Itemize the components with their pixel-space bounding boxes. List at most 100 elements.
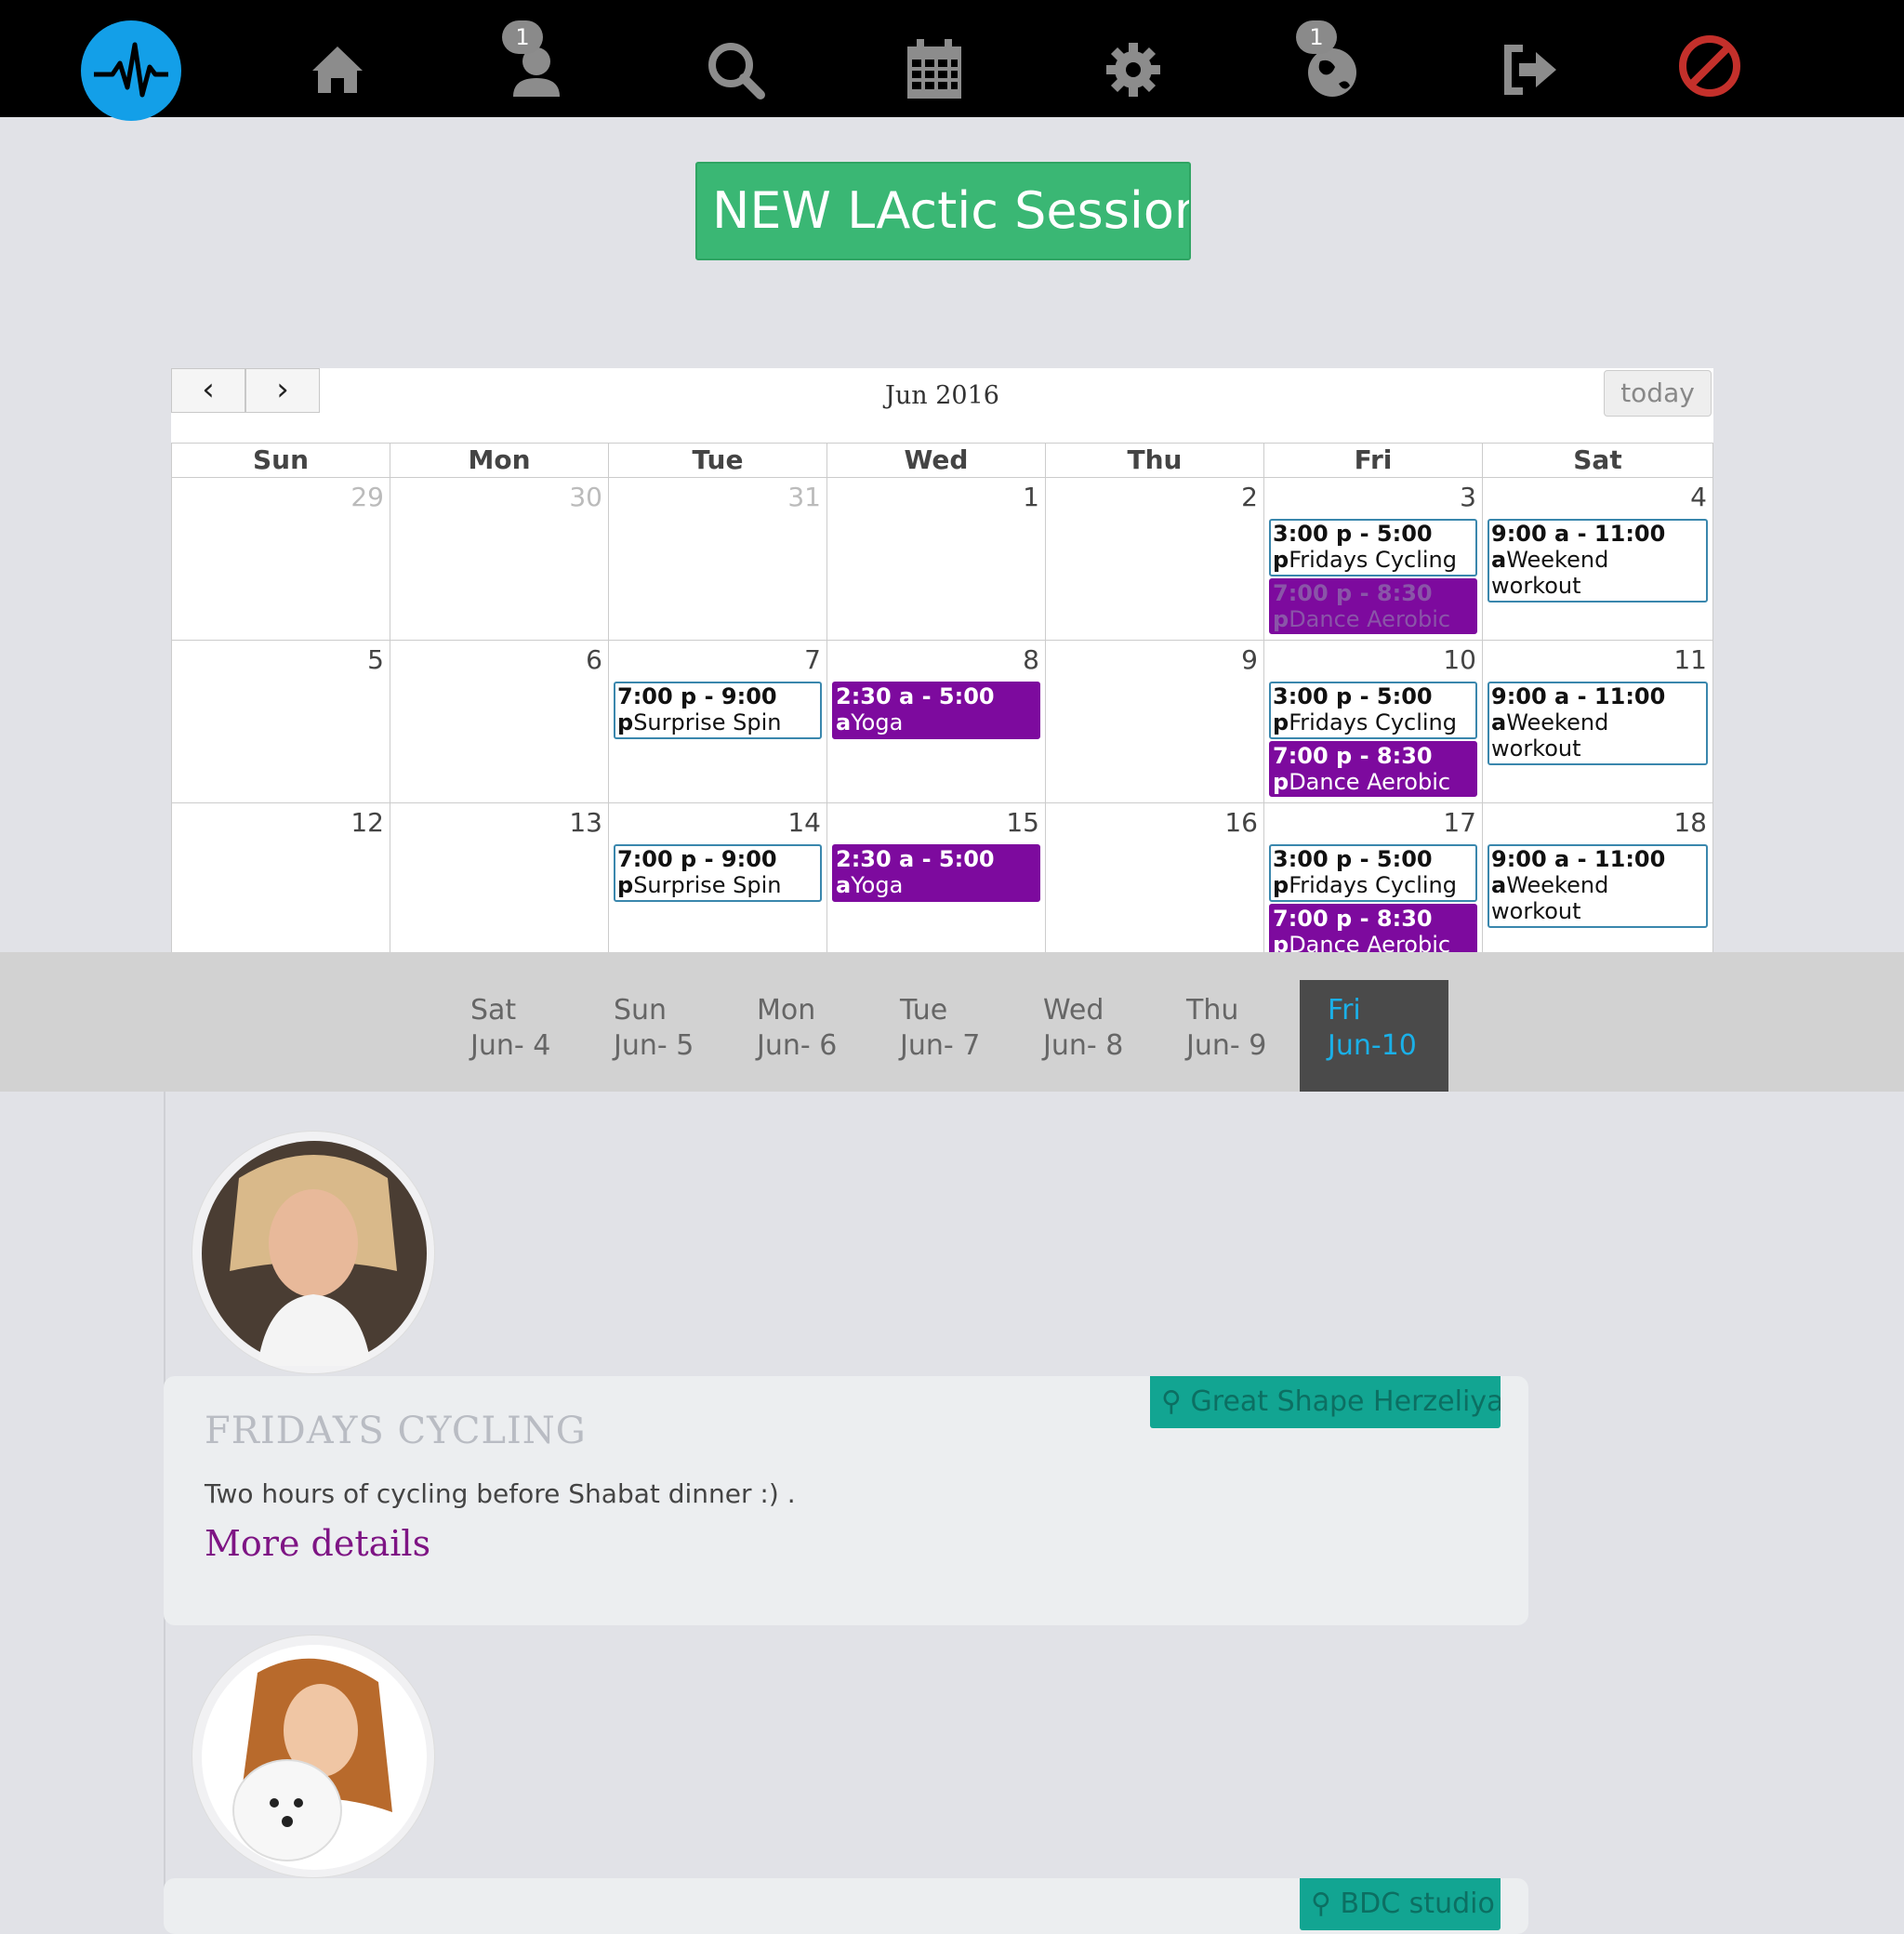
event-suffix: p [617, 709, 634, 735]
search-icon[interactable] [701, 35, 770, 104]
day-tab[interactable]: Sat Jun- 4 [443, 980, 591, 1092]
calendar-icon[interactable] [900, 35, 969, 104]
location-tag[interactable]: ⚲ Great Shape Herzeliya. [1150, 1376, 1501, 1428]
day-cell[interactable]: 17 3:00 p - 5:00 pFridays Cycling 7:00 p … [1263, 802, 1483, 952]
location-name: Great Shape Herzeliya. [1190, 1385, 1501, 1418]
day-tab-date: Jun- 5 [614, 1029, 694, 1062]
event-title: Dance Aerobic [1289, 932, 1451, 952]
day-cell[interactable]: 29 [171, 477, 390, 641]
day-number: 16 [1224, 807, 1258, 838]
instructor-avatar[interactable] [192, 1131, 435, 1374]
day-number: 4 [1690, 482, 1707, 512]
calendar-event[interactable]: 3:00 p - 5:00 pFridays Cycling [1269, 519, 1477, 576]
event-title: Dance Aerobic [1289, 769, 1451, 795]
weekday-header: Sun [171, 443, 390, 478]
day-cell[interactable]: 13 [390, 802, 609, 952]
today-button[interactable]: today [1604, 370, 1712, 417]
event-time: 7:00 p - 8:30 [1273, 906, 1433, 932]
day-cell[interactable]: 30 [390, 477, 609, 641]
day-cell[interactable]: 6 [390, 640, 609, 803]
calendar-event[interactable]: 3:00 p - 5:00 pFridays Cycling [1269, 682, 1477, 739]
day-tab[interactable]: Mon Jun- 6 [729, 980, 878, 1092]
day-number: 13 [569, 807, 602, 838]
day-tab[interactable]: Wed Jun- 8 [1015, 980, 1164, 1092]
map-pin-icon: ⚲ [1161, 1385, 1191, 1418]
day-tab[interactable]: Thu Jun- 9 [1158, 980, 1307, 1092]
logout-icon[interactable] [1495, 35, 1564, 104]
calendar-event[interactable]: 2:30 a - 5:00 aYoga [832, 682, 1040, 739]
day-cell[interactable]: 3 3:00 p - 5:00 pFridays Cycling 7:00 p -… [1263, 477, 1483, 641]
day-cell[interactable]: 7 7:00 p - 9:00 pSurprise Spin [608, 640, 827, 803]
day-cell[interactable]: 12 [171, 802, 390, 952]
event-title: Surprise Spin [633, 709, 782, 735]
day-number: 9 [1241, 644, 1258, 675]
day-cell[interactable]: 31 [608, 477, 827, 641]
event-title: Fridays Cycling [1289, 872, 1457, 898]
event-time: 7:00 p - 8:30 [1273, 580, 1433, 606]
day-tab-date: Jun- 6 [757, 1029, 838, 1062]
calendar-event[interactable]: 9:00 a - 11:00 aWeekend workout [1488, 682, 1708, 765]
instructor-avatar[interactable] [192, 1635, 435, 1878]
weekday-header: Mon [390, 443, 609, 478]
calendar-event[interactable]: 3:00 p - 5:00 pFridays Cycling [1269, 844, 1477, 902]
day-cell[interactable]: 11 9:00 a - 11:00 aWeekend workout [1482, 640, 1713, 803]
day-number: 17 [1443, 807, 1476, 838]
day-cell[interactable]: 14 7:00 p - 9:00 pSurprise Spin [608, 802, 827, 952]
more-details-link[interactable]: More details [205, 1523, 430, 1564]
weekday-header: Fri [1263, 443, 1483, 478]
day-tab-date: Jun- 8 [1043, 1029, 1124, 1062]
world-notification-badge: 1 [1296, 20, 1337, 54]
day-cell[interactable]: 16 [1045, 802, 1264, 952]
day-tab[interactable]: Sun Jun- 5 [586, 980, 734, 1092]
day-number: 3 [1460, 482, 1476, 512]
event-time: 3:00 p - 5:00 [1273, 846, 1433, 872]
event-suffix: p [1273, 709, 1289, 735]
day-number: 10 [1443, 644, 1476, 675]
event-time: 9:00 a - 11:00 [1491, 846, 1666, 872]
home-icon[interactable] [303, 35, 372, 104]
calendar-event[interactable]: 7:00 p - 9:00 pSurprise Spin [614, 682, 822, 739]
event-title: Weekend workout [1491, 709, 1609, 762]
day-cell[interactable]: 2 [1045, 477, 1264, 641]
day-number: 14 [787, 807, 821, 838]
calendar-event[interactable]: 7:00 p - 9:00 pSurprise Spin [614, 844, 822, 902]
pulse-logo[interactable] [81, 20, 181, 121]
event-title: Yoga [851, 872, 904, 898]
calendar-event[interactable]: 2:30 a - 5:00 aYoga [832, 844, 1040, 902]
calendar-event[interactable]: 7:00 p - 8:30 pDance Aerobic [1269, 904, 1477, 952]
gear-icon[interactable] [1099, 35, 1168, 104]
day-number: 29 [350, 482, 384, 512]
day-cell[interactable]: 15 2:30 a - 5:00 aYoga [826, 802, 1046, 952]
day-number: 2 [1241, 482, 1258, 512]
day-cell[interactable]: 9 [1045, 640, 1264, 803]
day-number: 18 [1673, 807, 1707, 838]
calendar-event[interactable]: 7:00 p - 8:30 pDance Aerobic [1269, 578, 1477, 634]
day-cell[interactable]: 8 2:30 a - 5:00 aYoga [826, 640, 1046, 803]
session-card: ⚲ Great Shape Herzeliya. FRIDAYS CYCLING… [164, 1376, 1528, 1625]
new-session-button[interactable]: NEW LActic Session [695, 162, 1191, 260]
day-cell[interactable]: 5 [171, 640, 390, 803]
event-title: Yoga [851, 709, 904, 735]
day-cell[interactable]: 1 [826, 477, 1046, 641]
day-tab-date: Jun- 7 [900, 1029, 981, 1062]
event-title: Dance Aerobic [1289, 606, 1451, 632]
day-tab-active[interactable]: Fri Jun-10 [1300, 980, 1448, 1092]
event-time: 7:00 p - 8:30 [1273, 743, 1433, 769]
day-tab-weekday: Tue [900, 994, 948, 1027]
day-tab[interactable]: Tue Jun- 7 [872, 980, 1021, 1092]
weekday-header: Wed [826, 443, 1046, 478]
event-time: 9:00 a - 11:00 [1491, 521, 1666, 547]
calendar-event[interactable]: 9:00 a - 11:00 aWeekend workout [1488, 844, 1708, 928]
calendar-event[interactable]: 7:00 p - 8:30 pDance Aerobic [1269, 741, 1477, 797]
top-navbar: 1 1 [0, 0, 1904, 121]
day-tab-weekday: Fri [1328, 994, 1361, 1027]
location-tag[interactable]: ⚲ BDC studio [1300, 1878, 1501, 1930]
day-cell[interactable]: 10 3:00 p - 5:00 pFridays Cycling 7:00 p … [1263, 640, 1483, 803]
event-suffix: p [1273, 769, 1289, 795]
day-cell[interactable]: 4 9:00 a - 11:00 aWeekend workout [1482, 477, 1713, 641]
day-number: 7 [804, 644, 821, 675]
no-entry-icon[interactable] [1675, 32, 1744, 100]
event-suffix: p [617, 872, 634, 898]
day-cell[interactable]: 18 9:00 a - 11:00 aWeekend workout [1482, 802, 1713, 952]
calendar-event[interactable]: 9:00 a - 11:00 aWeekend workout [1488, 519, 1708, 603]
